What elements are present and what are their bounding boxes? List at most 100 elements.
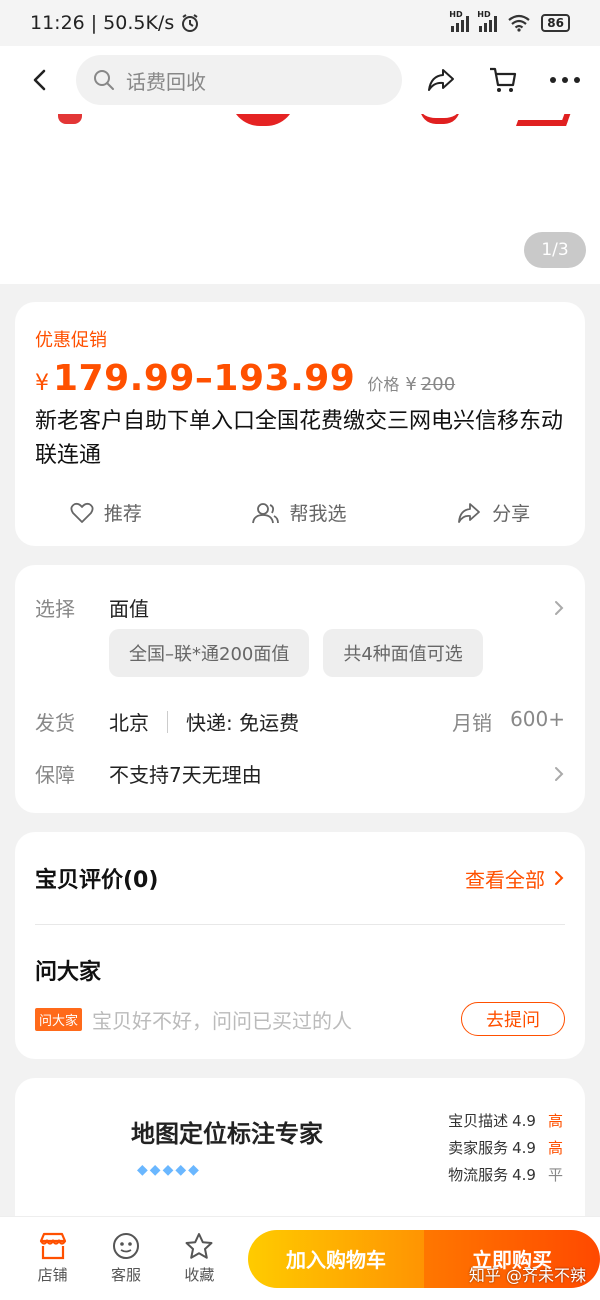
guarantee-value: 不支持7天无理由	[109, 763, 262, 787]
guarantee-key: 保障	[35, 763, 75, 787]
status-bar: 11:26 | 50.5K/s HD HD 86	[0, 0, 600, 46]
recommend-button[interactable]: 推荐	[70, 499, 142, 526]
score-value: 4.9	[512, 1111, 536, 1130]
status-right: HD HD 86	[449, 10, 570, 32]
ask-question-button[interactable]: 去提问	[461, 1002, 565, 1036]
cart-button[interactable]	[486, 63, 520, 97]
wifi-icon	[508, 14, 530, 32]
recommend-label: 推荐	[103, 503, 142, 525]
price-range: 179.99–193.99	[53, 358, 356, 399]
score-level: 平	[547, 1166, 563, 1184]
score-label: 卖家服务	[448, 1139, 509, 1157]
top-nav-bar: 话费回收	[0, 46, 600, 114]
score-row: 卖家服务 4.9 高	[448, 1137, 563, 1158]
product-actions: 推荐 帮我选 分享	[15, 499, 585, 526]
ask-hint: 宝贝好不好，问问已买过的人	[92, 1008, 353, 1033]
original-price: 200	[420, 374, 456, 395]
select-key: 选择	[35, 597, 75, 621]
shop-icon	[39, 1232, 66, 1260]
options-card: 选择 面值 全国–联*通200面值 共4种面值可选 发货 北京 快递: 免运费 …	[15, 565, 585, 813]
help-choose-label: 帮我选	[289, 503, 347, 525]
ask-tag: 问大家	[35, 1007, 83, 1031]
chevron-right-icon	[555, 766, 564, 781]
monthly-sales: 月销 600+	[452, 707, 565, 736]
diamond-icon: ◆	[188, 1162, 199, 1178]
shop-rating-diamonds: ◆ ◆ ◆ ◆ ◆	[137, 1162, 199, 1178]
bottom-action-bar: 店铺 客服 收藏 加入购物车 立即购买	[0, 1216, 600, 1300]
original-price-label: 价格	[367, 375, 400, 394]
score-label: 宝贝描述	[448, 1112, 509, 1130]
signal-icon: HD	[449, 10, 470, 32]
chevron-right-icon	[555, 600, 564, 615]
reviews-header: 宝贝评价(0) 查看全部	[35, 862, 565, 894]
score-row: 宝贝描述 4.9 高	[448, 1110, 563, 1131]
score-value: 4.9	[512, 1165, 536, 1184]
service-tab[interactable]: 客服	[89, 1232, 162, 1285]
original-price-currency: ¥	[405, 374, 417, 395]
view-all-link[interactable]: 查看全部	[465, 864, 565, 893]
shop-tab[interactable]: 店铺	[16, 1232, 89, 1285]
view-all-label: 查看全部	[465, 867, 545, 892]
shop-tab-label: 店铺	[37, 1266, 68, 1284]
score-level: 高	[547, 1112, 563, 1130]
score-level: 高	[547, 1139, 563, 1157]
search-placeholder: 话费回收	[126, 69, 206, 94]
search-input[interactable]: 话费回收	[76, 55, 402, 105]
share-action-button[interactable]: 分享	[456, 499, 530, 526]
alarm-icon	[182, 14, 199, 32]
guarantee-row[interactable]: 保障 不支持7天无理由	[35, 759, 565, 788]
sales-value: 600+	[510, 707, 565, 731]
select-row[interactable]: 选择 面值	[35, 593, 565, 622]
favorite-tab-label: 收藏	[184, 1266, 215, 1284]
diamond-icon: ◆	[149, 1162, 161, 1178]
back-button[interactable]	[18, 58, 62, 102]
product-image-fragment	[230, 114, 296, 126]
shop-scores: 宝贝描述 4.9 高 卖家服务 4.9 高 物流服务 4.9 平	[448, 1110, 563, 1185]
option-chip[interactable]: 全国–联*通200面值	[109, 629, 310, 677]
share-icon	[458, 502, 481, 523]
shipping-from: 北京	[109, 711, 149, 735]
customer-service-icon	[112, 1233, 139, 1259]
help-choose-button[interactable]: 帮我选	[251, 499, 346, 526]
shipping-key: 发货	[35, 711, 75, 735]
status-time: 11:26	[30, 12, 85, 34]
heart-icon	[70, 502, 94, 523]
add-to-cart-button[interactable]: 加入购物车	[247, 1229, 424, 1288]
chevron-right-icon	[555, 871, 564, 885]
score-row: 物流服务 4.9 平	[448, 1164, 563, 1185]
promo-label: 优惠促销	[35, 330, 107, 351]
option-chip[interactable]: 共4种面值可选	[323, 629, 483, 677]
product-title: 新老客户自助下单入口全国花费缴交三网电兴信移东动联连通	[35, 409, 564, 468]
shipping-row: 发货 北京 快递: 免运费 月销 600+	[35, 707, 565, 736]
more-icon	[550, 77, 580, 83]
reviews-title: 宝贝评价(0)	[35, 868, 159, 893]
nav-actions	[424, 63, 582, 97]
product-image-carousel[interactable]: 1/3	[0, 114, 600, 284]
diamond-icon: ◆	[137, 1162, 148, 1178]
favorite-tab[interactable]: 收藏	[163, 1232, 236, 1285]
battery-level: 86	[547, 16, 564, 30]
shipping-method: 快递: 免运费	[186, 711, 300, 735]
chevron-left-icon	[33, 69, 46, 91]
price-row: ¥ 179.99–193.99 价格 ¥ 200	[35, 358, 565, 399]
image-counter: 1/3	[524, 232, 586, 268]
ask-row: 问大家 宝贝好不好，问问已买过的人 去提问	[35, 1002, 565, 1036]
price-card: 优惠促销 ¥ 179.99–193.99 价格 ¥ 200 新老客户自助下单入口…	[15, 302, 585, 546]
diamond-icon: ◆	[162, 1162, 174, 1178]
signal-icon-2: HD	[477, 10, 498, 32]
reviews-card: 宝贝评价(0) 查看全部 问大家 问大家 宝贝好不好，问问已买过的人 去提问	[15, 832, 585, 1059]
score-value: 4.9	[512, 1138, 536, 1157]
share-label: 分享	[492, 503, 531, 525]
more-button[interactable]	[548, 63, 582, 97]
share-icon	[428, 69, 454, 91]
status-left: 11:26 | 50.5K/s	[30, 12, 200, 34]
share-button[interactable]	[424, 63, 458, 97]
status-net-speed: 50.5K/s	[103, 12, 175, 34]
hd-label: HD	[449, 10, 463, 19]
search-icon	[94, 70, 114, 90]
currency-symbol: ¥	[35, 371, 49, 396]
product-image-fragment	[515, 114, 575, 126]
product-image-fragment	[420, 114, 460, 124]
watermark: 知乎 @齐未不辣	[468, 1266, 586, 1285]
cart-icon	[490, 67, 517, 92]
